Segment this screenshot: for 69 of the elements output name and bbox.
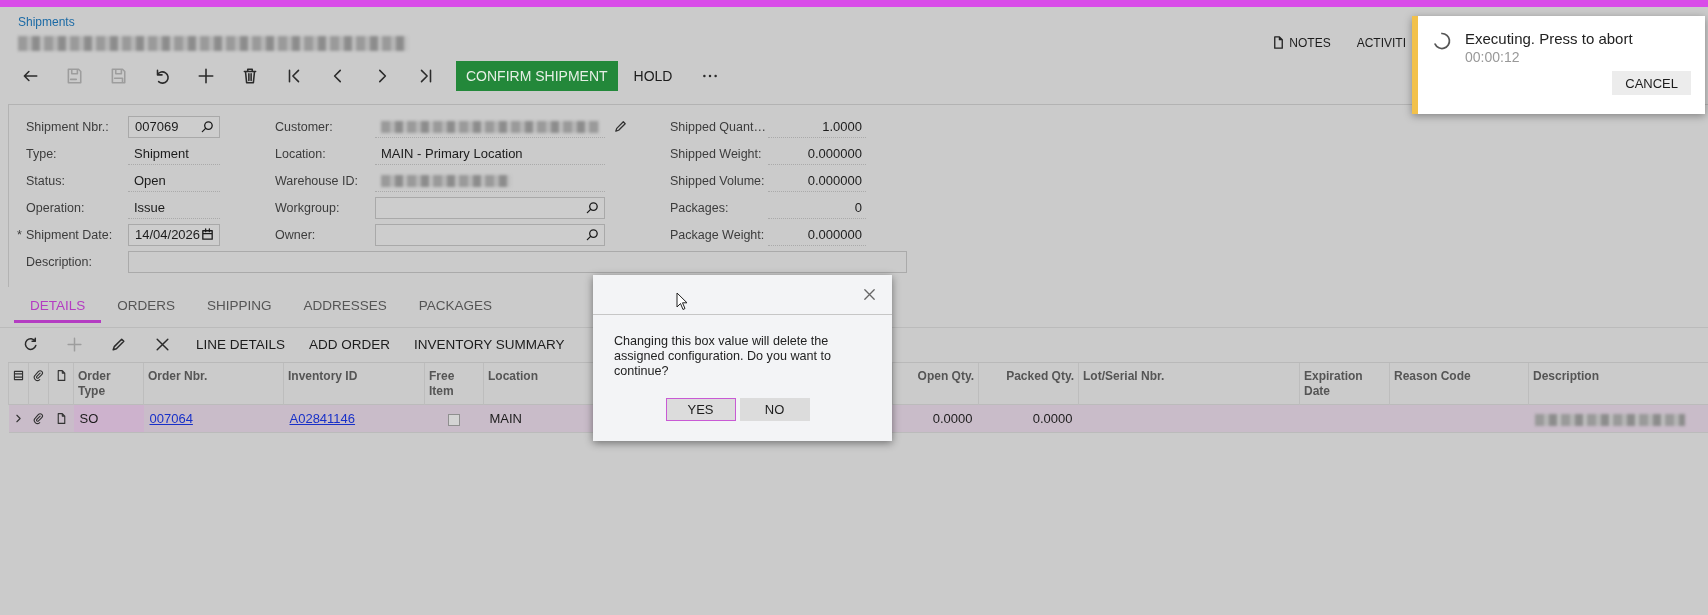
table-cell: SO bbox=[73, 404, 144, 433]
toolbar-button[interactable]: ADD ORDER bbox=[297, 329, 403, 360]
field-value: 1.0000 bbox=[768, 115, 866, 138]
field-label: Operation: bbox=[26, 200, 86, 215]
add-icon[interactable] bbox=[197, 67, 215, 85]
elapsed-timer: 00:00:12 bbox=[1465, 49, 1521, 65]
field-value: 0.000000 bbox=[768, 142, 866, 165]
pencil-icon[interactable] bbox=[109, 336, 127, 353]
field-label: Location: bbox=[275, 146, 327, 161]
field-label: Package Weight: bbox=[670, 227, 766, 242]
field-label: Shipment Date: bbox=[26, 227, 113, 242]
field-label: Packages: bbox=[670, 200, 730, 215]
tab[interactable]: PACKAGES bbox=[402, 291, 509, 323]
field-value: Issue bbox=[128, 196, 220, 219]
table-cell: 0.0000 bbox=[978, 404, 1079, 433]
field-label: Owner: bbox=[275, 227, 317, 242]
field-value: 0.000000 bbox=[768, 223, 866, 246]
grid-settings-icon[interactable] bbox=[12, 369, 25, 382]
tab[interactable]: SHIPPING bbox=[191, 291, 288, 323]
close-icon[interactable] bbox=[862, 287, 877, 302]
checkbox[interactable] bbox=[448, 413, 460, 426]
trash-icon[interactable] bbox=[241, 67, 259, 85]
header-link[interactable]: NOTES bbox=[1271, 27, 1331, 58]
table-cell: MAIN bbox=[483, 404, 594, 433]
header-link[interactable]: ACTIVITI bbox=[1356, 27, 1406, 58]
toolbar-button[interactable]: INVENTORY SUMMARY bbox=[402, 329, 577, 360]
field-label: Type: bbox=[26, 146, 58, 161]
field-value: Shipment bbox=[128, 142, 220, 165]
confirm-shipment-button[interactable]: CONFIRM SHIPMENT bbox=[456, 61, 618, 91]
field-value: 0 bbox=[768, 196, 866, 219]
search-icon[interactable] bbox=[200, 119, 215, 134]
field-label: Description: bbox=[26, 255, 93, 269]
field-label: Status: bbox=[26, 173, 66, 188]
spinner-icon bbox=[1432, 31, 1452, 51]
field-label: Workgroup: bbox=[275, 200, 341, 215]
lookup-field[interactable]: 007069 bbox=[128, 115, 220, 138]
field-label: Warehouse ID: bbox=[275, 173, 359, 188]
field-label: Shipped Volume: bbox=[670, 173, 766, 188]
field-label: Shipment Nbr.: bbox=[26, 119, 110, 134]
tab[interactable]: ADDRESSES bbox=[287, 291, 403, 323]
paperclip-icon[interactable] bbox=[32, 412, 45, 425]
toolbar-button[interactable]: HOLD bbox=[617, 61, 689, 91]
lookup-field[interactable] bbox=[375, 223, 605, 246]
calendar-icon[interactable] bbox=[200, 227, 216, 242]
search-icon[interactable] bbox=[585, 200, 600, 215]
dialog-message: Changing this box value will delete the assigned configuration. Do you want to continue? bbox=[614, 334, 833, 379]
cancel-button[interactable]: CANCEL bbox=[1612, 71, 1691, 95]
toast-message: Executing. Press to abort bbox=[1465, 30, 1633, 47]
date-field[interactable]: 14/04/2026 bbox=[128, 223, 220, 246]
pencil-icon[interactable] bbox=[613, 119, 628, 134]
search-icon[interactable] bbox=[585, 227, 600, 242]
field-value: 0.000000 bbox=[768, 169, 866, 192]
breadcrumb-link[interactable]: Shipments bbox=[18, 15, 408, 29]
field-value: MAIN - Primary Location bbox=[375, 142, 605, 165]
dialog-button[interactable]: NO bbox=[739, 398, 810, 421]
lookup-field[interactable] bbox=[375, 196, 605, 219]
dialog-button[interactable]: YES bbox=[665, 398, 736, 421]
paperclip-icon[interactable] bbox=[32, 369, 45, 382]
field-value: Open bbox=[128, 169, 220, 192]
field-label: Shipped Weight: bbox=[670, 146, 763, 161]
description-field[interactable] bbox=[128, 251, 907, 273]
tab[interactable]: ORDERS bbox=[101, 291, 192, 323]
field-label: Customer: bbox=[275, 119, 334, 134]
mouse-cursor-icon bbox=[676, 292, 688, 311]
toolbar-button[interactable]: LINE DETAILS bbox=[184, 329, 298, 360]
tab[interactable]: DETAILS bbox=[14, 291, 102, 323]
field-label: Shipped Quant… bbox=[670, 119, 767, 134]
table-link[interactable]: 007064 bbox=[149, 411, 193, 426]
table-cell: 0.0000 bbox=[892, 404, 979, 433]
